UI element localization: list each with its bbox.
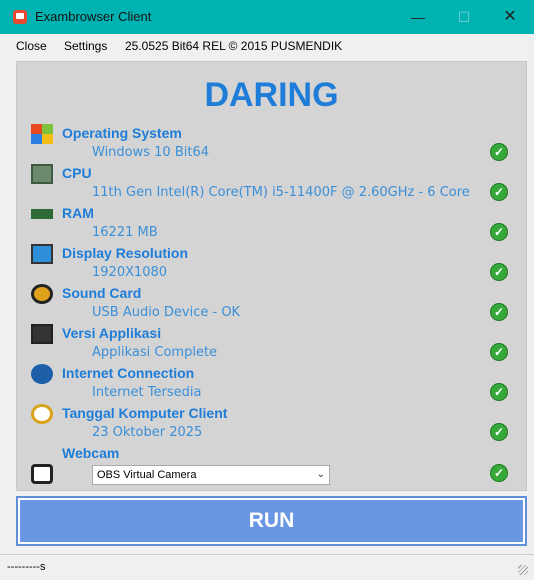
monitor-icon: [31, 244, 53, 264]
check-label: Internet Connection: [62, 365, 195, 381]
check-label: Sound Card: [62, 285, 142, 301]
resize-grip-icon[interactable]: [518, 565, 528, 575]
webcam-icon: [31, 464, 53, 484]
check-value: Applikasi Complete: [92, 345, 218, 360]
check-label: Versi Applikasi: [62, 325, 162, 341]
cpu-chip-icon: [31, 164, 53, 184]
run-button-frame: RUN: [16, 496, 527, 546]
run-button[interactable]: RUN: [20, 500, 523, 542]
check-label: RAM: [62, 205, 94, 221]
check-value: 23 Oktober 2025: [92, 425, 203, 440]
wifi-icon: [31, 364, 53, 384]
menu-settings[interactable]: Settings: [64, 39, 107, 53]
check-value: USB Audio Device - OK: [92, 305, 241, 320]
check-value: 1920X1080: [92, 265, 168, 280]
ram-module-icon: [31, 209, 53, 219]
check-label: Display Resolution: [62, 245, 189, 261]
speaker-icon: [31, 284, 53, 304]
check-value: 16221 MB: [92, 225, 158, 240]
app-icon: [13, 10, 27, 24]
check-row-cpu: CPU 11th Gen Intel(R) Core(TM) i5-11400F…: [17, 163, 526, 203]
menu-bar: Close Settings 25.0525 Bit64 REL © 2015 …: [0, 34, 534, 58]
check-row-internet: Internet Connection Internet Tersedia ✓: [17, 363, 526, 403]
menu-close[interactable]: Close: [16, 39, 47, 53]
minimize-button[interactable]: —: [395, 0, 441, 34]
title-bar[interactable]: Exambrowser Client — ☐ ✕: [0, 0, 534, 34]
check-value: Internet Tersedia: [92, 385, 202, 400]
checkmark-icon: ✓: [490, 343, 508, 361]
status-bar: ---------s: [0, 554, 534, 580]
checkmark-icon: ✓: [490, 464, 508, 482]
system-check-panel: DARING Operating System Windows 10 Bit64…: [16, 61, 527, 491]
app-version-icon: [31, 324, 53, 344]
checkmark-icon: ✓: [490, 383, 508, 401]
check-row-os: Operating System Windows 10 Bit64 ✓: [17, 123, 526, 163]
checkmark-icon: ✓: [490, 303, 508, 321]
version-info: 25.0525 Bit64 REL © 2015 PUSMENDIK: [125, 39, 343, 53]
close-window-button[interactable]: ✕: [487, 0, 533, 34]
check-row-date: Tanggal Komputer Client 23 Oktober 2025 …: [17, 403, 526, 443]
check-label: Operating System: [62, 125, 182, 141]
maximize-button[interactable]: ☐: [441, 0, 487, 34]
checkmark-icon: ✓: [490, 223, 508, 241]
chevron-down-icon: ⌄: [316, 469, 325, 480]
windows-logo-icon: [31, 124, 53, 144]
webcam-select[interactable]: OBS Virtual Camera ⌄: [92, 465, 330, 485]
app-window: Exambrowser Client — ☐ ✕ Close Settings …: [0, 0, 534, 580]
alarm-clock-icon: [31, 404, 53, 424]
status-heading: DARING: [204, 76, 339, 114]
check-value: Windows 10 Bit64: [92, 145, 210, 160]
window-title: Exambrowser Client: [35, 9, 152, 24]
checkmark-icon: ✓: [490, 143, 508, 161]
checkmark-icon: ✓: [490, 423, 508, 441]
status-text: ---------s: [7, 561, 46, 573]
check-row-ram: RAM 16221 MB ✓: [17, 203, 526, 243]
check-label: Webcam: [62, 445, 120, 461]
check-value: 11th Gen Intel(R) Core(TM) i5-11400F @ 2…: [92, 185, 470, 200]
check-label: CPU: [62, 165, 92, 181]
check-row-sound: Sound Card USB Audio Device - OK ✓: [17, 283, 526, 323]
checkmark-icon: ✓: [490, 183, 508, 201]
check-row-display: Display Resolution 1920X1080 ✓: [17, 243, 526, 283]
webcam-select-value: OBS Virtual Camera: [97, 469, 197, 481]
check-row-version: Versi Applikasi Applikasi Complete ✓: [17, 323, 526, 363]
check-label: Tanggal Komputer Client: [62, 405, 228, 421]
checkmark-icon: ✓: [490, 263, 508, 281]
